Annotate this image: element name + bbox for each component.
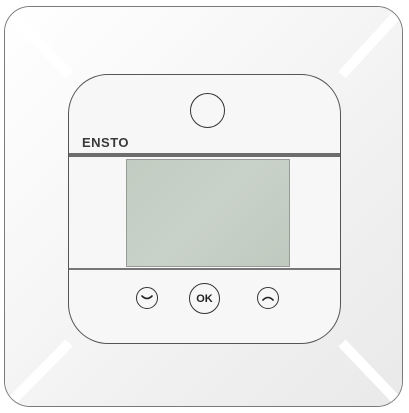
thermostat-module: ENSTO OK xyxy=(68,74,341,344)
top-divider xyxy=(69,153,340,157)
ok-label: OK xyxy=(196,292,213,305)
chevron-down-icon xyxy=(141,295,153,300)
lcd-display xyxy=(126,159,290,267)
button-divider xyxy=(69,268,340,270)
ok-button[interactable]: OK xyxy=(189,283,220,314)
down-button[interactable] xyxy=(136,287,158,309)
brand-logo: ENSTO xyxy=(82,135,130,150)
up-button[interactable] xyxy=(257,287,279,309)
sensor-icon xyxy=(190,93,225,128)
chevron-up-icon xyxy=(262,296,274,301)
